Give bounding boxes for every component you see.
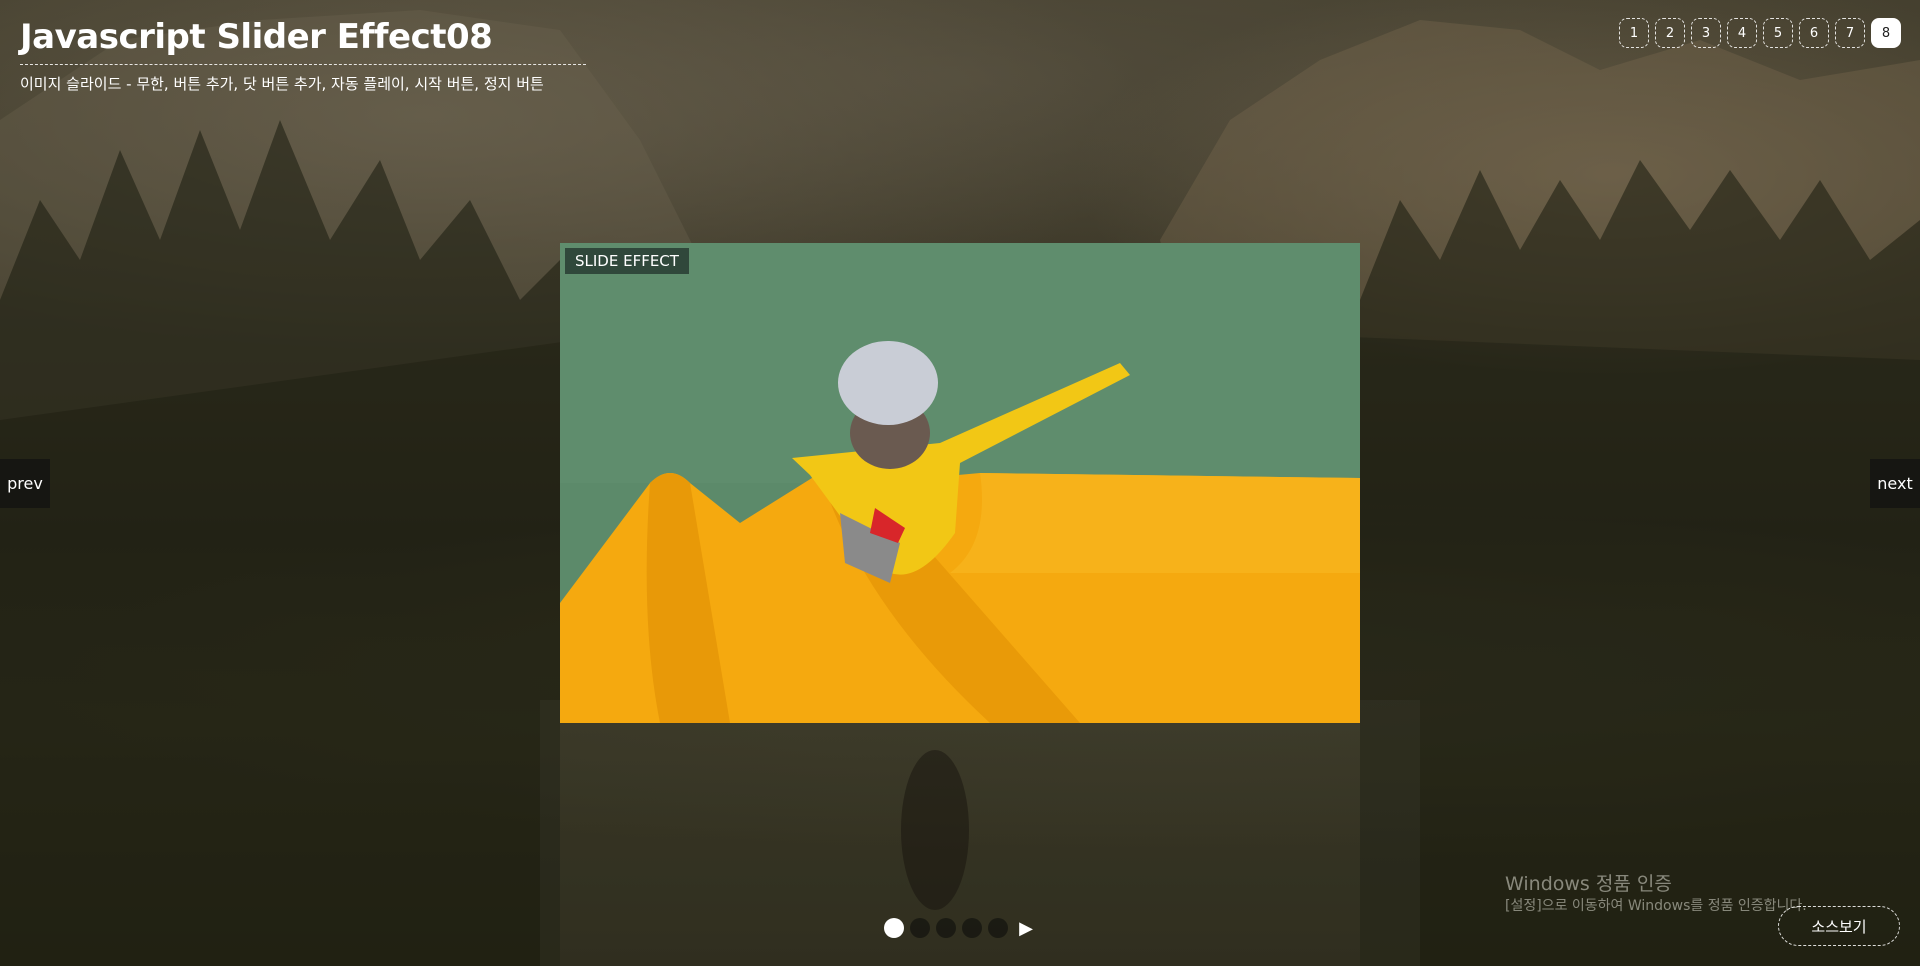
effect-button-1[interactable]: 1 bbox=[1619, 18, 1649, 48]
slide-photo bbox=[560, 243, 1360, 723]
effect-button-6[interactable]: 6 bbox=[1799, 18, 1829, 48]
effect-number-nav: 1 2 3 4 5 6 7 8 bbox=[1619, 18, 1901, 48]
effect-button-8[interactable]: 8 bbox=[1871, 18, 1901, 48]
next-button[interactable]: next bbox=[1870, 459, 1920, 508]
dot-button-3[interactable] bbox=[936, 918, 956, 938]
slider-image: SLIDE EFFECT bbox=[560, 243, 1360, 723]
dot-button-4[interactable] bbox=[962, 918, 982, 938]
effect-button-7[interactable]: 7 bbox=[1835, 18, 1865, 48]
windows-activation-watermark: Windows 정품 인증 [설정]으로 이동하여 Windows를 정품 인증… bbox=[1505, 872, 1807, 916]
effect-button-5[interactable]: 5 bbox=[1763, 18, 1793, 48]
slide-effect-tag: SLIDE EFFECT bbox=[565, 248, 689, 274]
page-subtitle: 이미지 슬라이드 - 무한, 버튼 추가, 닷 버튼 추가, 자동 플레이, 시… bbox=[20, 75, 544, 93]
watermark-title: Windows 정품 인증 bbox=[1505, 873, 1672, 895]
dot-button-2[interactable] bbox=[910, 918, 930, 938]
dot-button-5[interactable] bbox=[988, 918, 1008, 938]
header: Javascript Slider Effect08 이미지 슬라이드 - 무한… bbox=[20, 14, 586, 94]
watermark-desc: [설정]으로 이동하여 Windows를 정품 인증합니다. bbox=[1505, 898, 1807, 914]
effect-button-4[interactable]: 4 bbox=[1727, 18, 1757, 48]
dot-navigation: ▶ bbox=[884, 918, 1036, 939]
prev-button[interactable]: prev bbox=[0, 459, 50, 508]
effect-button-3[interactable]: 3 bbox=[1691, 18, 1721, 48]
page-title: Javascript Slider Effect08 bbox=[20, 14, 586, 65]
view-source-button[interactable]: 소스보기 bbox=[1778, 906, 1900, 946]
dot-button-1[interactable] bbox=[884, 918, 904, 938]
effect-button-2[interactable]: 2 bbox=[1655, 18, 1685, 48]
play-icon[interactable]: ▶ bbox=[1016, 918, 1036, 939]
